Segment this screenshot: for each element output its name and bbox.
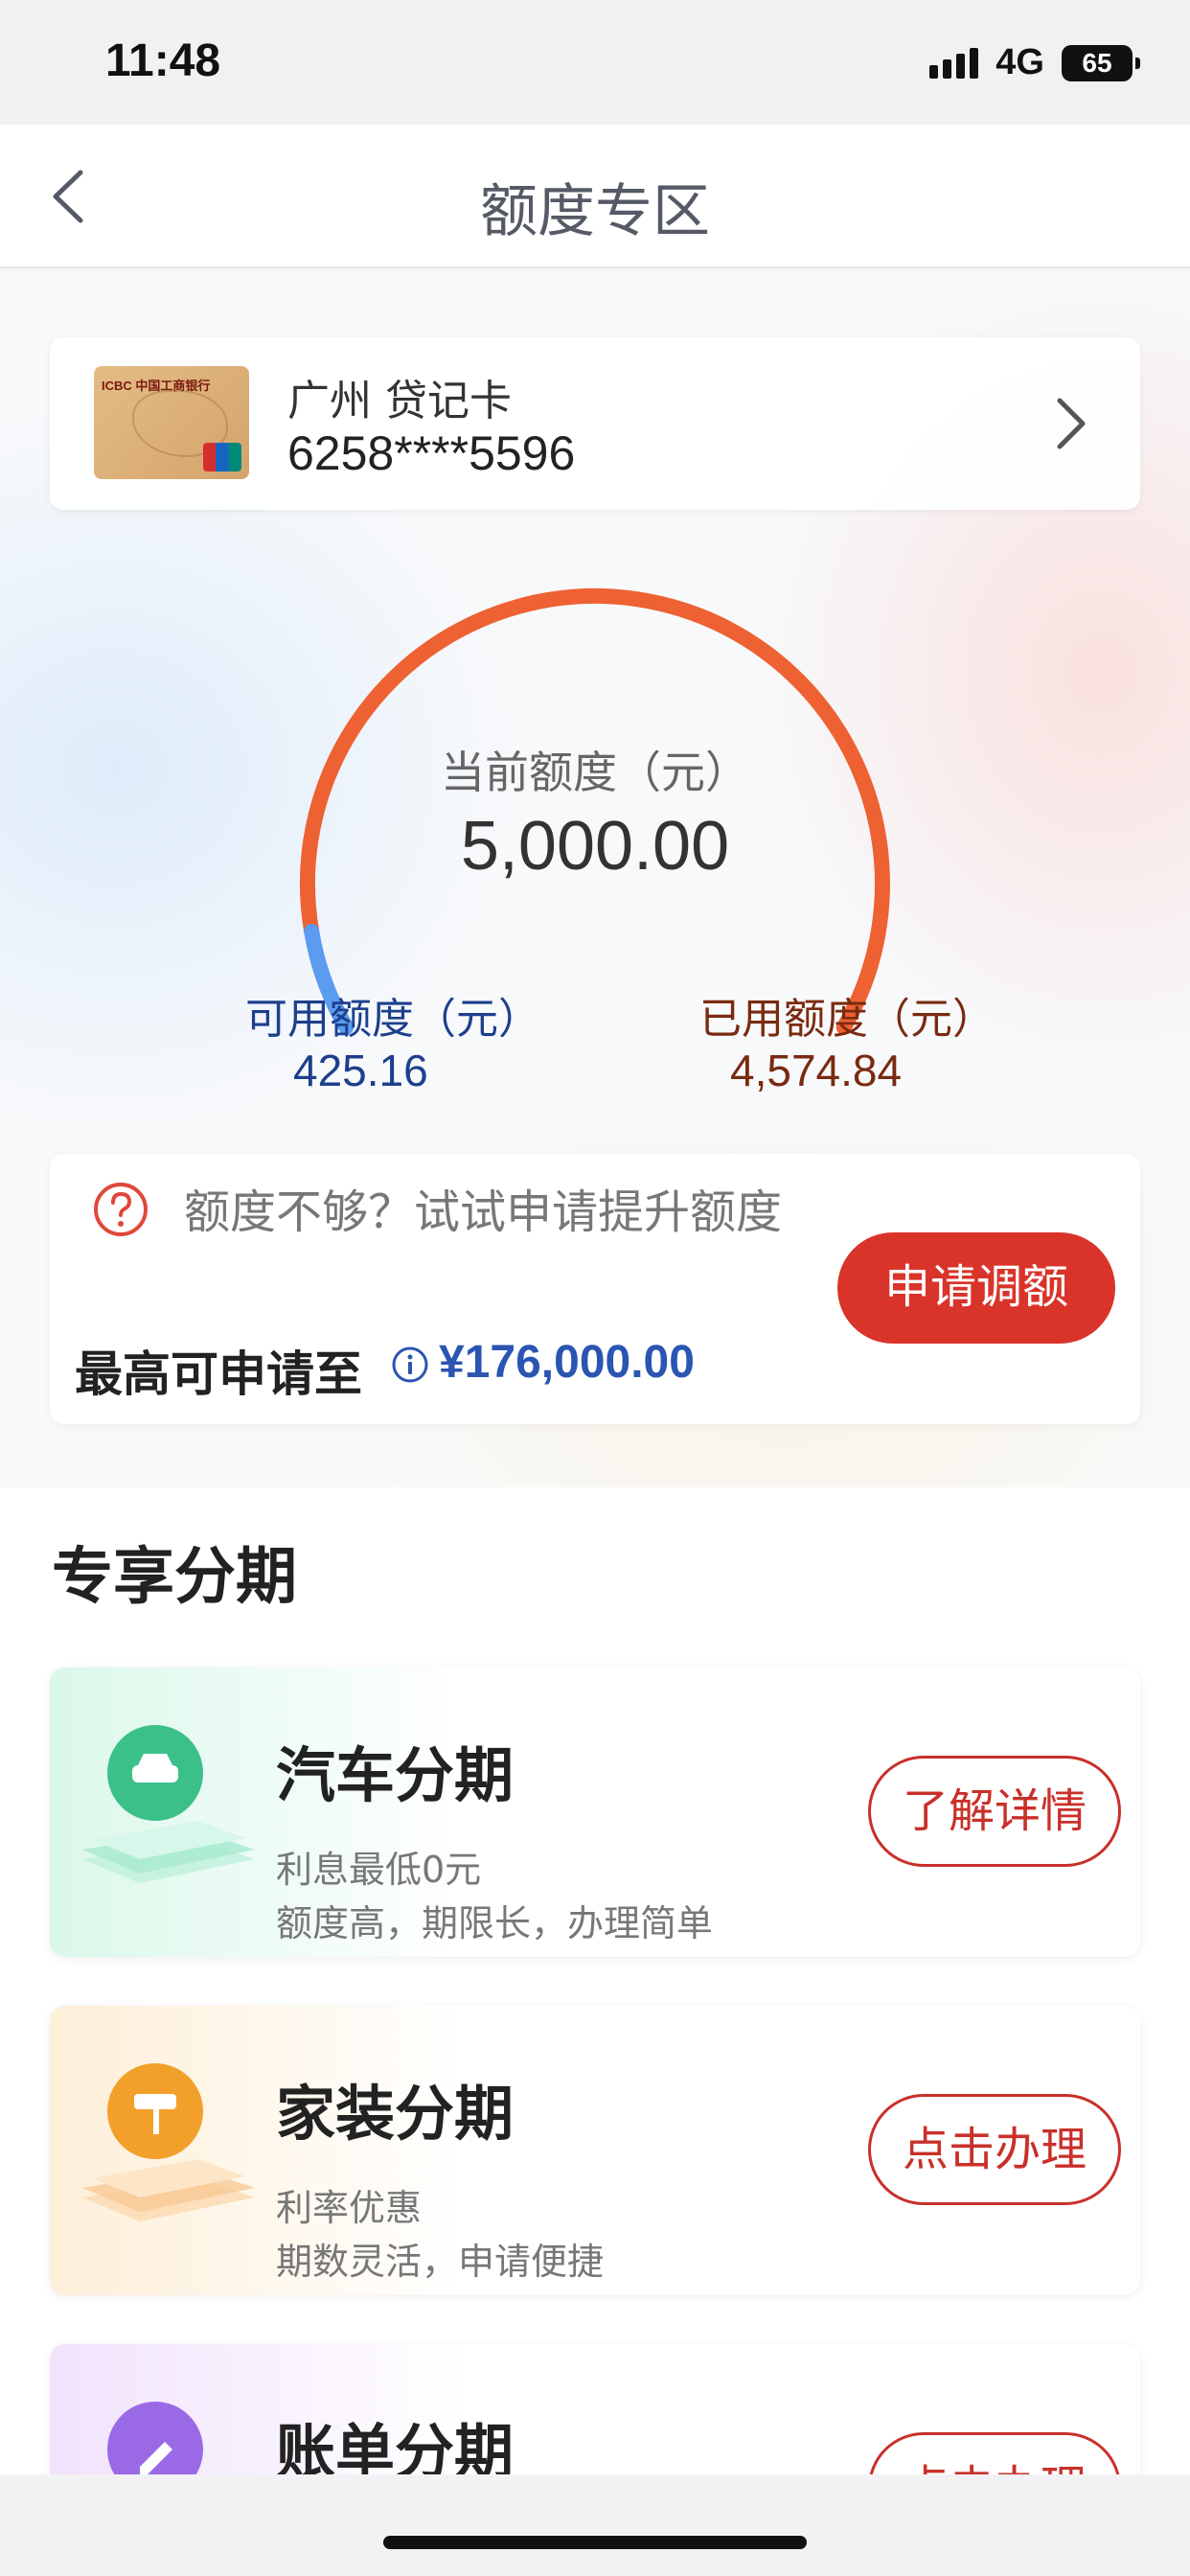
installments-title: 专享分期 (52, 1542, 297, 1613)
status-indicators: 4G 65 (929, 42, 1140, 83)
card-number: 6258****5596 (287, 426, 576, 480)
learn-more-button[interactable]: 了解详情 (868, 1756, 1121, 1867)
info-icon[interactable] (391, 1346, 429, 1384)
raise-limit-card: 额度不够？试试申请提升额度 最高可申请至 ¥176,000.00 申请调额 (50, 1154, 1140, 1424)
chevron-right-icon (1057, 398, 1086, 449)
apply-now-button[interactable]: 点击办理 (868, 2094, 1121, 2205)
used-limit-value: 4,574.84 (730, 1046, 903, 1095)
page-title: 额度专区 (480, 178, 710, 245)
apply-adjust-button[interactable]: 申请调额 (837, 1232, 1115, 1344)
car-installment-card[interactable]: 汽车分期 利息最低0元 额度高，期限长，办理简单 了解详情 (50, 1668, 1140, 1957)
installment-desc: 额度高，期限长，办理简单 (276, 1902, 714, 1944)
current-limit-label: 当前额度（元） (441, 747, 749, 798)
installment-name: 汽车分期 (276, 1740, 515, 1810)
installments-section (0, 1487, 1190, 2474)
max-apply-value: ¥176,000.00 (439, 1337, 695, 1388)
card-name: 广州 贷记卡 (287, 377, 512, 426)
raise-limit-tip: 额度不够？试试申请提升额度 (184, 1185, 783, 1239)
credit-limit-section: ICBC 中国工商银行 广州 贷记卡 6258****5596 当前额度（元） … (0, 270, 1190, 1487)
installment-desc: 利息最低0元 (276, 1849, 482, 1891)
used-limit-label: 已用额度（元） (699, 995, 995, 1044)
status-time: 11:48 (105, 35, 221, 86)
battery-icon: 65 (1062, 44, 1140, 81)
max-apply-label: 最高可申请至 (75, 1346, 362, 1402)
paint-roller-icon (82, 2063, 255, 2221)
installment-desc: 期数灵活，申请便捷 (276, 2241, 605, 2283)
unionpay-logo (203, 443, 241, 472)
available-limit-value: 425.16 (293, 1046, 428, 1095)
home-indicator[interactable] (383, 2536, 807, 2549)
question-icon (94, 1183, 148, 1236)
installment-desc: 利率优惠 (276, 2187, 423, 2229)
current-limit-value: 5,000.00 (460, 808, 730, 885)
nav-bar: 额度专区 (0, 125, 1190, 268)
card-selector[interactable]: ICBC 中国工商银行 广州 贷记卡 6258****5596 (50, 337, 1140, 510)
installment-name: 家装分期 (276, 2079, 515, 2149)
network-type: 4G (995, 42, 1044, 82)
signal-icon (929, 47, 979, 79)
available-limit-label: 可用额度（元） (245, 995, 540, 1044)
home-decor-installment-card[interactable]: 家装分期 利率优惠 期数灵活，申请便捷 点击办理 (50, 2006, 1140, 2295)
status-bar: 11:48 4G 65 (0, 0, 1190, 125)
bottom-safe-area (0, 2474, 1190, 2576)
car-icon (82, 1725, 255, 1883)
card-image: ICBC 中国工商银行 (94, 366, 249, 479)
